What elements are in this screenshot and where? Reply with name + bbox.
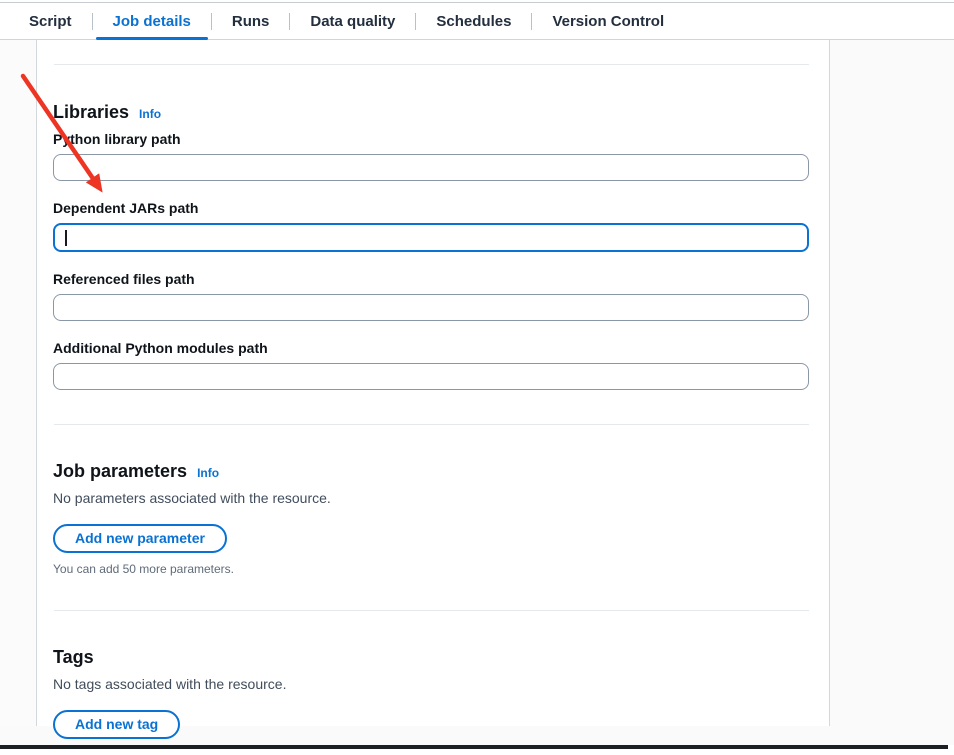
libraries-section-header: Libraries Info (53, 102, 809, 122)
python-library-path-input[interactable] (53, 154, 809, 181)
text-cursor (65, 230, 67, 246)
add-new-tag-button[interactable]: Add new tag (53, 710, 180, 739)
additional-python-modules-path-input[interactable] (53, 363, 809, 390)
dependent-jars-path-label: Dependent JARs path (53, 200, 809, 217)
job-parameters-empty-text: No parameters associated with the resour… (53, 489, 809, 507)
additional-python-modules-path-label: Additional Python modules path (53, 340, 809, 357)
section-divider (54, 424, 809, 425)
job-parameters-hint: You can add 50 more parameters. (53, 562, 809, 576)
dependent-jars-path-input[interactable] (53, 223, 809, 252)
section-divider (54, 610, 809, 611)
section-divider (54, 64, 809, 65)
tab-script[interactable]: Script (9, 3, 92, 39)
tags-title: Tags (53, 647, 94, 667)
job-tab-bar: Script Job details Runs Data quality Sch… (0, 2, 954, 40)
tags-empty-text: No tags associated with the resource. (53, 675, 809, 693)
tab-version-control[interactable]: Version Control (532, 3, 684, 39)
libraries-info-link[interactable]: Info (139, 107, 161, 121)
job-parameters-info-link[interactable]: Info (197, 466, 219, 480)
left-gutter (0, 40, 37, 726)
job-parameters-title: Job parameters (53, 461, 187, 481)
referenced-files-path-input[interactable] (53, 294, 809, 321)
libraries-title: Libraries (53, 102, 129, 122)
job-details-content: Libraries Info Python library path Depen… (0, 40, 954, 726)
tags-section-header: Tags (53, 647, 809, 667)
python-library-path-label: Python library path (53, 131, 809, 148)
tab-data-quality[interactable]: Data quality (290, 3, 415, 39)
right-gutter (830, 40, 954, 726)
referenced-files-path-label: Referenced files path (53, 271, 809, 288)
tab-schedules[interactable]: Schedules (416, 3, 531, 39)
tab-runs[interactable]: Runs (212, 3, 290, 39)
tab-job-details[interactable]: Job details (93, 3, 211, 39)
job-parameters-section-header: Job parameters Info (53, 461, 809, 481)
job-details-panel: Libraries Info Python library path Depen… (37, 40, 830, 726)
add-new-parameter-button[interactable]: Add new parameter (53, 524, 227, 553)
window-bottom-edge (0, 745, 948, 749)
